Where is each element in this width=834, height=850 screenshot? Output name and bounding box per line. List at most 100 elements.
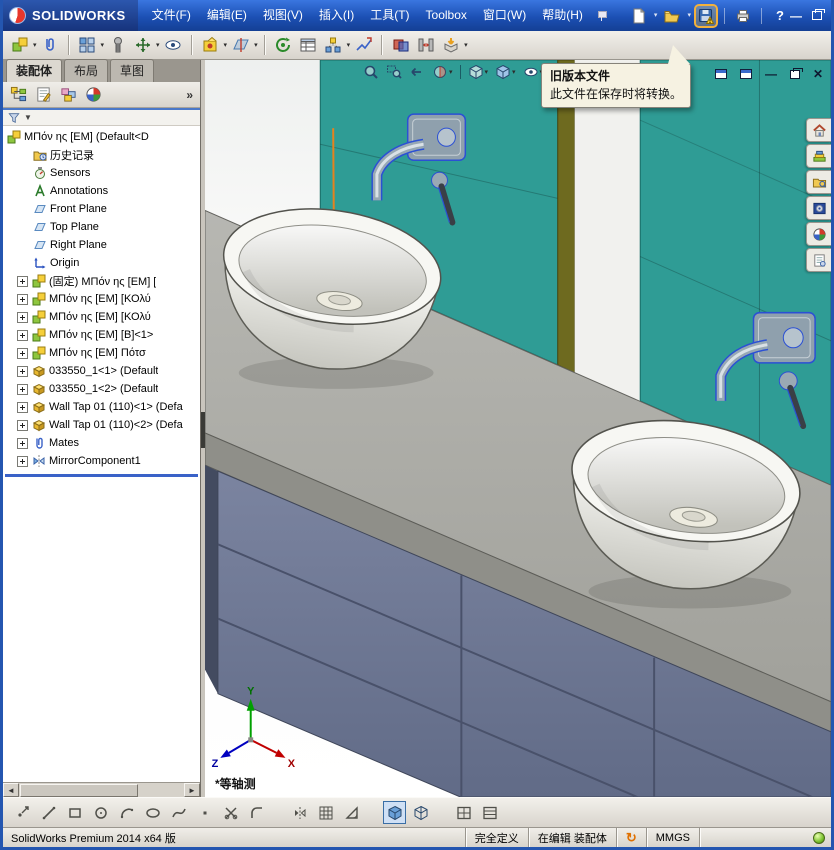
- task-pane-custom-properties-icon[interactable]: [806, 248, 831, 272]
- sketch-mirror-icon[interactable]: [288, 801, 311, 824]
- status-help-icon[interactable]: [813, 831, 825, 844]
- tree-item-front-plane[interactable]: Front Plane: [3, 200, 200, 218]
- view-orientation-icon[interactable]: ▾: [468, 64, 488, 80]
- expand-plus-icon[interactable]: [17, 311, 28, 323]
- menu-toolbox[interactable]: Toolbox: [418, 0, 475, 31]
- menu-file[interactable]: 文件(F): [144, 0, 199, 31]
- view-wireframe-icon[interactable]: [409, 801, 432, 824]
- tree-item-mirror-component[interactable]: MirrorComponent1: [3, 452, 200, 470]
- graphics-area[interactable]: Y X Z: [205, 60, 831, 797]
- task-pane-design-library-icon[interactable]: [806, 144, 831, 168]
- expand-plus-icon[interactable]: [17, 401, 28, 413]
- tree-item-component[interactable]: MΠόν ης [EM] [ΚΟλύ: [3, 308, 200, 326]
- new-document-icon[interactable]: [629, 6, 649, 26]
- grid-display-icon[interactable]: [314, 801, 337, 824]
- expand-plus-icon[interactable]: [17, 293, 28, 305]
- expand-plus-icon[interactable]: [17, 329, 28, 341]
- tab-sketch[interactable]: 草图: [110, 59, 155, 82]
- tree-item-sensors[interactable]: Sensors: [3, 164, 200, 182]
- menu-tools[interactable]: 工具(T): [362, 0, 417, 31]
- help-icon[interactable]: ?: [770, 6, 790, 26]
- smart-fasteners-icon[interactable]: [106, 34, 129, 57]
- menu-pin-icon[interactable]: [595, 9, 609, 23]
- sketch-ellipse-icon[interactable]: [141, 801, 164, 824]
- hide-show-items-icon[interactable]: ▾: [523, 64, 543, 80]
- expand-plus-icon[interactable]: [17, 275, 28, 287]
- open-icon[interactable]: [662, 6, 682, 26]
- print-icon[interactable]: [733, 6, 753, 26]
- filter-caret-icon[interactable]: ▼: [24, 113, 32, 122]
- propertymanager-icon[interactable]: [33, 85, 53, 105]
- displaymanager-icon[interactable]: [83, 85, 103, 105]
- expand-plus-icon[interactable]: [17, 347, 28, 359]
- explode-line-sketch-icon[interactable]: [352, 34, 375, 57]
- split-viewport-icon[interactable]: [452, 801, 475, 824]
- sketch-circle-icon[interactable]: [89, 801, 112, 824]
- tree-item-component[interactable]: (固定) MΠόν ης [EM] [: [3, 272, 200, 290]
- expand-plus-icon[interactable]: [17, 455, 28, 467]
- document-minimize-icon[interactable]: —: [765, 68, 777, 80]
- show-hidden-components-icon[interactable]: [162, 34, 185, 57]
- section-view-icon[interactable]: ▾: [432, 64, 453, 80]
- menu-insert[interactable]: 插入(I): [311, 0, 362, 31]
- tree-item-mates[interactable]: Mates: [3, 434, 200, 452]
- task-pane-resources-icon[interactable]: [806, 118, 831, 142]
- zoom-fit-icon[interactable]: [363, 64, 379, 80]
- sketch-trim-icon[interactable]: [219, 801, 242, 824]
- insert-component-icon[interactable]: [8, 34, 31, 57]
- document-restore-icon[interactable]: [789, 67, 803, 79]
- assembly-features-icon[interactable]: [199, 34, 222, 57]
- clearance-verification-icon[interactable]: [414, 34, 437, 57]
- caret-icon[interactable]: ▾: [254, 42, 258, 49]
- document-window-icon-2[interactable]: [739, 69, 752, 79]
- tree-item-history[interactable]: 历史记录: [3, 146, 200, 164]
- tree-item-part[interactable]: 033550_1<1> (Default: [3, 362, 200, 380]
- new-motion-study-icon[interactable]: [272, 34, 295, 57]
- mate-icon[interactable]: [39, 34, 62, 57]
- tree-item-component[interactable]: MΠόν ης [EM] Πότσ: [3, 344, 200, 362]
- sketch-arc-icon[interactable]: [115, 801, 138, 824]
- window-minimize-icon[interactable]: —: [790, 10, 802, 22]
- menu-edit[interactable]: 编辑(E): [199, 0, 255, 31]
- linear-component-pattern-icon[interactable]: [76, 34, 99, 57]
- zoom-area-icon[interactable]: [386, 64, 402, 80]
- expand-plus-icon[interactable]: [17, 383, 28, 395]
- status-rebuild-icon[interactable]: ↻: [615, 828, 646, 847]
- snap-icon[interactable]: [340, 801, 363, 824]
- tree-item-part[interactable]: 033550_1<2> (Default: [3, 380, 200, 398]
- sketch-spline-icon[interactable]: [167, 801, 190, 824]
- document-close-icon[interactable]: ✕: [813, 68, 823, 80]
- view-single-shaded-icon[interactable]: [383, 801, 406, 824]
- tree-item-annotations[interactable]: Annotations: [3, 182, 200, 200]
- rollback-bar[interactable]: [5, 474, 198, 477]
- expand-plus-icon[interactable]: [17, 419, 28, 431]
- manager-overflow-chevron[interactable]: »: [186, 88, 195, 102]
- window-restore-icon[interactable]: [811, 9, 825, 20]
- menu-help[interactable]: 帮助(H): [534, 0, 591, 31]
- sketch-select-icon[interactable]: [11, 801, 34, 824]
- caret-icon[interactable]: ▾: [156, 42, 160, 49]
- reference-geometry-icon[interactable]: [229, 34, 252, 57]
- tree-item-part[interactable]: Wall Tap 01 (110)<1> (Defa: [3, 398, 200, 416]
- open-caret-icon[interactable]: ▾: [687, 12, 691, 19]
- filter-funnel-icon[interactable]: [8, 112, 20, 124]
- viewport-rows-icon[interactable]: [478, 801, 501, 824]
- configurationmanager-icon[interactable]: [58, 85, 78, 105]
- expand-plus-icon[interactable]: [17, 437, 28, 449]
- tree-item-component[interactable]: MΠόν ης [EM] [B]<1>: [3, 326, 200, 344]
- tree-item-right-plane[interactable]: Right Plane: [3, 236, 200, 254]
- task-pane-appearances-icon[interactable]: [806, 222, 831, 246]
- sketch-rectangle-icon[interactable]: [63, 801, 86, 824]
- sketch-line-icon[interactable]: [37, 801, 60, 824]
- exploded-view-icon[interactable]: [322, 34, 345, 57]
- caret-icon[interactable]: ▾: [33, 42, 37, 49]
- tree-item-part[interactable]: Wall Tap 01 (110)<2> (Defa: [3, 416, 200, 434]
- previous-view-icon[interactable]: [409, 64, 425, 80]
- interference-detection-icon[interactable]: [389, 34, 412, 57]
- panel-horizontal-scrollbar[interactable]: ◄ ►: [3, 782, 200, 797]
- tab-assembly[interactable]: 装配体: [6, 59, 63, 82]
- task-pane-file-explorer-icon[interactable]: [806, 170, 831, 194]
- tree-item-component[interactable]: MΠόν ης [EM] [ΚΟλύ: [3, 290, 200, 308]
- caret-icon[interactable]: ▾: [224, 42, 228, 49]
- sketch-fillet-icon[interactable]: [245, 801, 268, 824]
